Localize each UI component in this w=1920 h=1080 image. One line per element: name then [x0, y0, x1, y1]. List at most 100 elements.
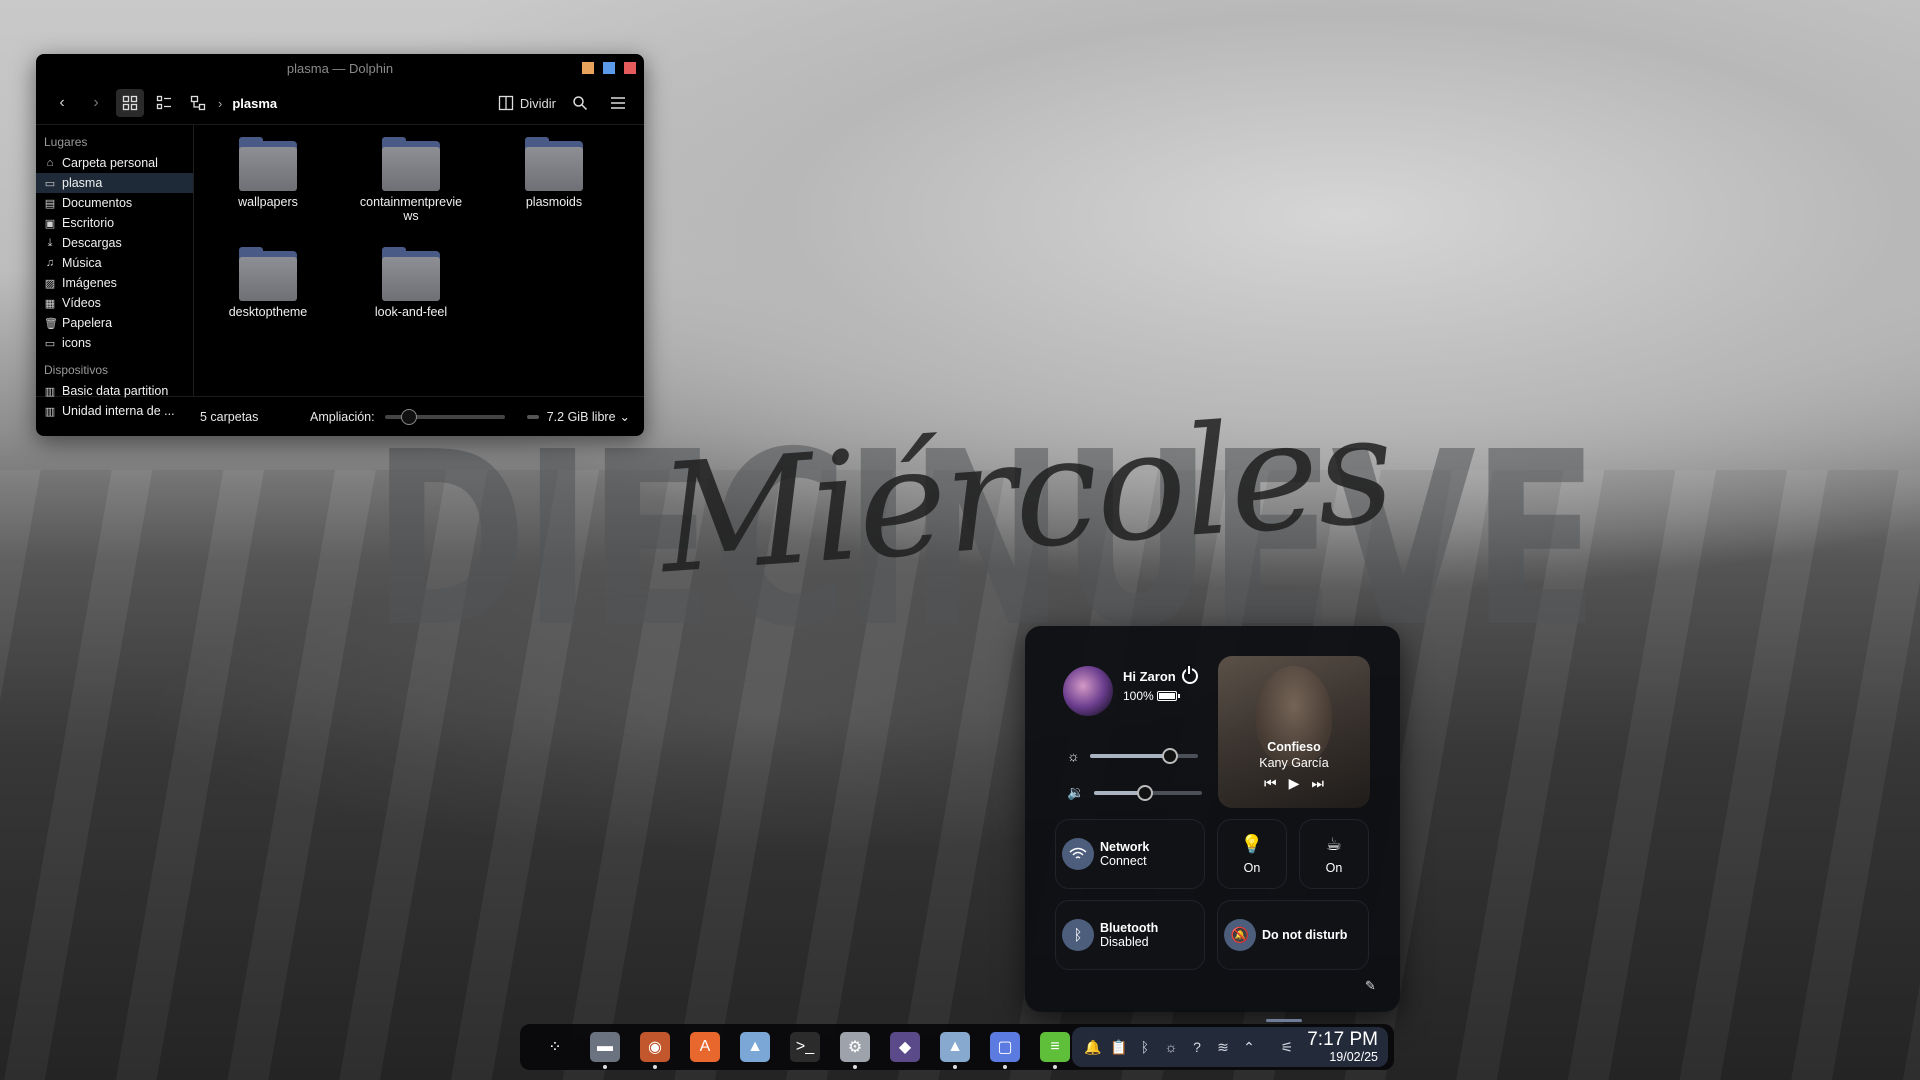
dock-app-screenshot[interactable]: ▢ [985, 1027, 1025, 1069]
sidebar-item[interactable]: ▭ icons [36, 333, 193, 353]
network-title: Network [1100, 840, 1150, 854]
folder-icon [382, 247, 440, 301]
bluetooth-title: Bluetooth [1100, 921, 1159, 935]
sidebar-item-label: Descargas [62, 236, 122, 250]
song-artist: Kany García [1259, 756, 1329, 770]
breadcrumb[interactable]: plasma [232, 96, 277, 111]
sidebar-item[interactable]: ▭ plasma [36, 173, 193, 193]
folder-item[interactable]: wallpapers [208, 137, 328, 209]
folder-item[interactable]: plasmoids [494, 137, 614, 209]
search-icon[interactable] [566, 89, 594, 117]
notifications-icon[interactable]: 🔔 [1080, 1039, 1106, 1056]
toolbar: ‹ › › plasma Dividir [36, 82, 644, 124]
bluetooth-tray-icon[interactable]: ᛒ [1132, 1039, 1158, 1055]
media-player: Confieso Kany García ⏮ ▶ ⏭ [1218, 656, 1370, 808]
dock-app-settings[interactable]: ⚙ [835, 1027, 875, 1069]
device-item[interactable]: ▥ Basic data partition [36, 381, 193, 401]
edit-pencil-icon[interactable]: ✎ [1365, 978, 1376, 994]
next-track-icon[interactable]: ⏭ [1311, 775, 1324, 792]
free-space[interactable]: 7.2 GiB libre ⌄ [526, 409, 644, 424]
dock-app-image-viewer[interactable]: ▲ [735, 1027, 775, 1067]
details-view-icon[interactable] [150, 89, 178, 117]
sidebar-item[interactable]: ⌂ Carpeta personal [36, 153, 193, 173]
wifi-tray-icon[interactable]: ≋ [1210, 1039, 1236, 1056]
play-icon[interactable]: ▶ [1289, 775, 1300, 792]
previous-track-icon[interactable]: ⏮ [1264, 775, 1277, 792]
brightness-slider[interactable]: ☼ [1067, 748, 1198, 764]
dock-app-obsidian[interactable]: ◆ [885, 1027, 925, 1067]
wifi-icon [1062, 838, 1094, 870]
caffeine-tile[interactable]: ☕ On [1299, 819, 1369, 889]
volume-slider[interactable]: 🔉 [1067, 784, 1203, 801]
sidebar-item[interactable]: ♫ Música [36, 253, 193, 273]
network-status: Connect [1100, 854, 1147, 868]
file-view[interactable]: wallpapers containmentprevie ws plasmoids… [194, 125, 644, 396]
sidebar-item[interactable]: ▤ Documentos [36, 193, 193, 213]
bluetooth-icon: ᛒ [1062, 919, 1094, 951]
brightness-tray-icon[interactable]: ☼ [1158, 1039, 1184, 1055]
sidebar-item-label: Música [62, 256, 102, 270]
minimize-button[interactable] [582, 62, 594, 74]
window-titlebar[interactable]: plasma — Dolphin [36, 54, 644, 82]
split-button[interactable]: Dividir [498, 95, 556, 111]
zoom-slider[interactable] [384, 408, 505, 425]
lightbulb-tile[interactable]: 💡 On [1217, 819, 1287, 889]
brightness-knob[interactable] [1161, 748, 1178, 764]
sidebar-item[interactable]: 🗑 Papelera [36, 313, 193, 333]
lightbulb-state: On [1243, 860, 1261, 875]
tree-view-icon[interactable] [184, 89, 212, 117]
chevron-up-icon[interactable]: ⌃ [1236, 1039, 1262, 1056]
terminal-icon: >_ [790, 1032, 820, 1062]
sidebar-item[interactable]: ▦ Vídeos [36, 293, 193, 313]
back-icon[interactable]: ‹ [48, 89, 76, 117]
device-item-label: Unidad interna de ... [62, 404, 175, 418]
dock-app-gallery[interactable]: ▲ [935, 1027, 975, 1069]
volume-knob[interactable] [1137, 784, 1154, 801]
dock-app-terminal[interactable]: >_ [785, 1027, 825, 1067]
help-icon[interactable]: ? [1184, 1039, 1210, 1055]
icons-view-icon[interactable] [116, 89, 144, 117]
desktop-icon: ▣ [44, 217, 56, 230]
device-item[interactable]: ▥ Unidad interna de ... [36, 401, 193, 421]
dolphin-window: plasma — Dolphin ‹ › › plasma Dividir Lu… [36, 54, 644, 436]
clipboard-icon[interactable]: 📋 [1106, 1039, 1132, 1056]
folder-label: wallpapers [238, 195, 298, 209]
lightbulb-icon: 💡 [1240, 833, 1264, 854]
music-icon: ♫ [45, 257, 55, 269]
folder-icon [239, 247, 297, 301]
dock-app-store[interactable]: A [685, 1027, 725, 1067]
sidebar-item[interactable]: ▣ Escritorio [36, 213, 193, 233]
forward-icon[interactable]: › [82, 89, 110, 117]
dock-app-firefox[interactable]: ◉ [635, 1027, 675, 1069]
settings-sliders-icon[interactable]: ⚟ [1274, 1039, 1300, 1056]
avatar[interactable] [1063, 666, 1113, 716]
folder-icon: ▭ [44, 337, 56, 350]
dock-app-launcher[interactable]: ⁘ [535, 1027, 575, 1067]
sidebar-item[interactable]: ▨ Imágenes [36, 273, 193, 293]
image-viewer-icon: ▲ [740, 1032, 770, 1062]
dock-app-files[interactable]: ▬ [585, 1027, 625, 1069]
window-title: plasma — Dolphin [286, 60, 394, 76]
free-space-label: 7.2 GiB libre [546, 409, 616, 424]
zoom-slider-knob[interactable] [400, 408, 417, 425]
dock-app-spotify[interactable]: ≡ [1035, 1027, 1075, 1069]
power-icon[interactable] [1181, 666, 1198, 684]
video-icon: ▦ [44, 297, 56, 310]
folder-item[interactable]: look-and-feel [351, 247, 471, 319]
spotify-icon: ≡ [1040, 1032, 1070, 1062]
do-not-disturb-tile[interactable]: 🔕 Do not disturb [1217, 900, 1369, 970]
close-button[interactable] [624, 62, 636, 74]
clock[interactable]: 7:17 PM 19/02/25 [1307, 1029, 1388, 1065]
sidebar-item[interactable]: ⤓ Descargas [36, 233, 193, 253]
settings-icon: ⚙ [840, 1032, 870, 1062]
bluetooth-status: Disabled [1100, 935, 1149, 949]
hamburger-menu-icon[interactable] [604, 89, 632, 117]
zoom-label: Ampliación: [310, 409, 375, 424]
folder-item[interactable]: desktoptheme [208, 247, 328, 319]
folder-item[interactable]: containmentprevie ws [351, 137, 471, 223]
obsidian-icon: ◆ [890, 1032, 920, 1062]
maximize-button[interactable] [603, 62, 615, 74]
clock-time: 7:17 PM [1307, 1029, 1378, 1050]
network-tile[interactable]: Network Connect [1055, 819, 1205, 889]
bluetooth-tile[interactable]: ᛒ Bluetooth Disabled [1055, 900, 1205, 970]
